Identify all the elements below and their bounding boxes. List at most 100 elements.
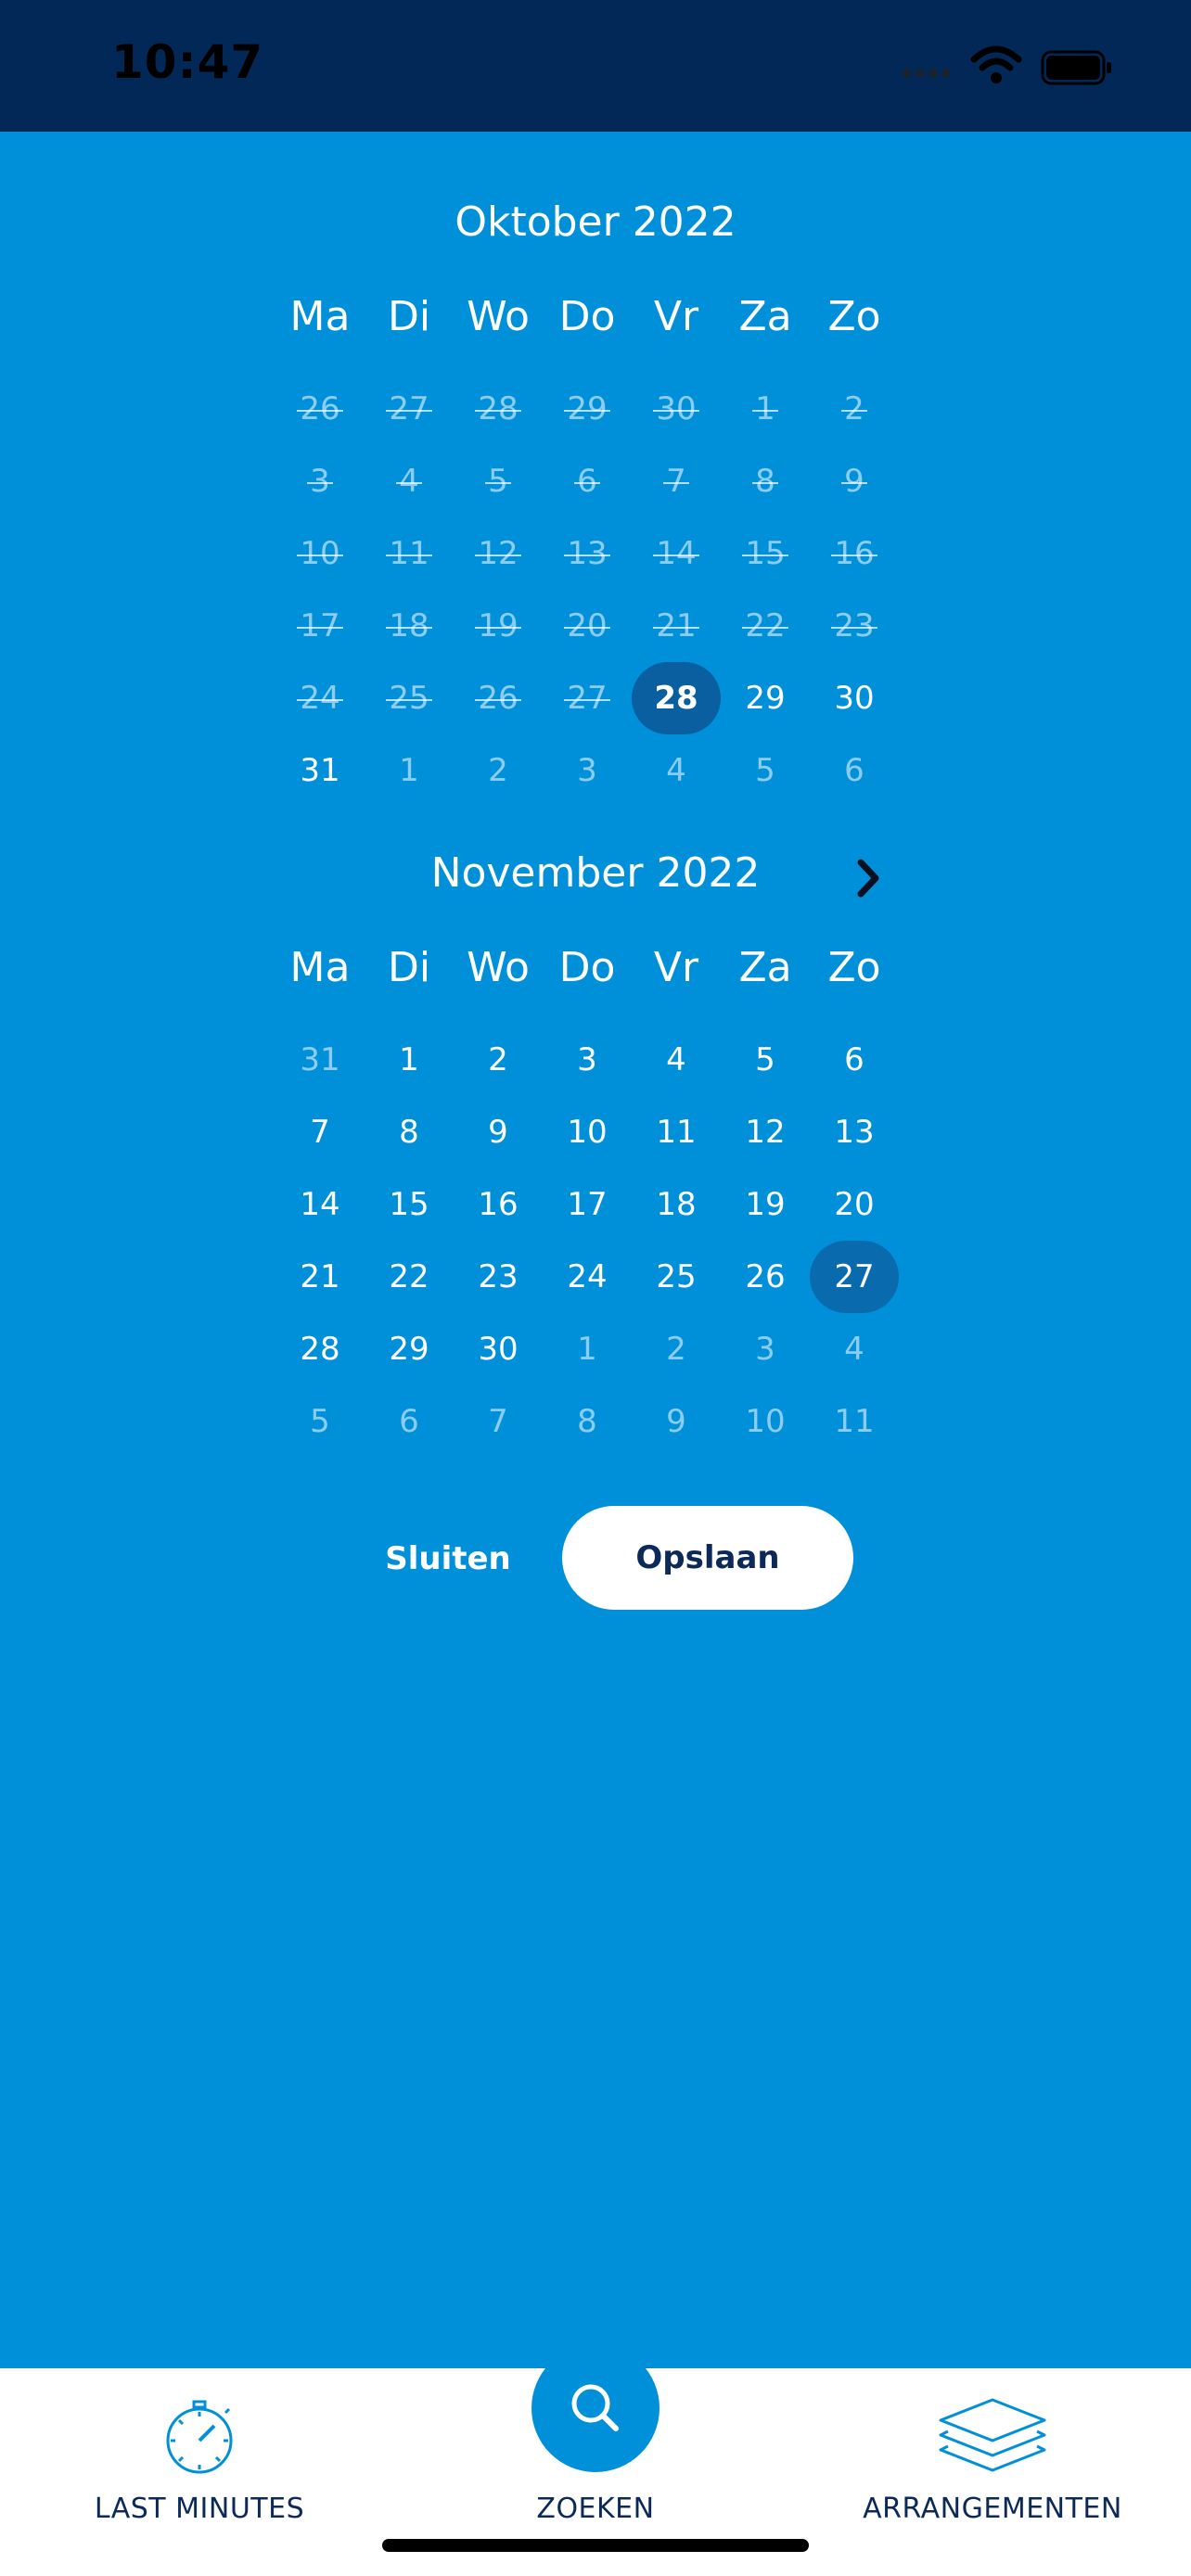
day-cell[interactable]: 21 [275,1241,365,1313]
day-cell[interactable]: 6 [810,1024,899,1096]
day-cell: 2 [810,373,899,445]
day-number: 23 [478,1258,519,1295]
day-number: 28 [632,662,721,734]
day-cell[interactable]: 12 [721,1096,810,1168]
day-number: 1 [577,1331,597,1368]
day-cell[interactable]: 26 [721,1241,810,1313]
chevron-right-icon[interactable] [850,855,887,901]
day-cell[interactable]: 1 [543,1313,632,1385]
day-number: 1 [752,390,778,427]
day-number: 30 [653,390,699,427]
day-cell[interactable]: 10 [721,1385,810,1458]
day-cell[interactable]: 10 [543,1096,632,1168]
day-cell[interactable]: 22 [365,1241,454,1313]
day-number: 13 [834,1114,875,1151]
day-cell[interactable]: 11 [810,1385,899,1458]
week-row: 5 6 7 8 9 10 11 [275,1385,899,1458]
day-cell[interactable]: 7 [275,1096,365,1168]
day-number: 12 [475,535,521,572]
save-button[interactable]: Opslaan [562,1506,853,1610]
day-cell: 6 [543,445,632,517]
close-button[interactable]: Sluiten [352,1508,544,1610]
tab-arrangements[interactable]: ARRANGEMENTEN [835,2368,1150,2576]
day-cell[interactable]: 3 [543,1024,632,1096]
day-cell[interactable]: 7 [454,1385,543,1458]
day-cell[interactable]: 20 [810,1168,899,1241]
day-cell[interactable]: 9 [454,1096,543,1168]
day-cell[interactable]: 23 [454,1241,543,1313]
day-cell[interactable]: 4 [632,1024,721,1096]
day-cell[interactable]: 13 [810,1096,899,1168]
day-cell[interactable]: 16 [454,1168,543,1241]
weekday-label: Wo [467,293,530,340]
day-cell[interactable]: 9 [632,1385,721,1458]
weekday-label: Ma [289,944,351,991]
week-row: 17 18 19 20 21 22 23 [275,590,899,662]
tab-arrangements-label: ARRANGEMENTEN [863,2493,1122,2525]
day-cell: 13 [543,517,632,590]
day-cell[interactable]: 29 [365,1313,454,1385]
day-cell[interactable]: 31 [275,1024,365,1096]
week-row: 3 4 5 6 7 8 9 [275,445,899,517]
day-cell[interactable]: 2 [454,734,543,807]
weekday-label: Zo [827,944,881,991]
day-number: 31 [300,1041,340,1078]
day-cell[interactable]: 14 [275,1168,365,1241]
day-cell[interactable]: 1 [365,734,454,807]
day-cell[interactable]: 15 [365,1168,454,1241]
day-number: 8 [577,1403,597,1440]
day-cell[interactable]: 5 [275,1385,365,1458]
day-cell[interactable]: 6 [810,734,899,807]
day-cell[interactable]: 30 [454,1313,543,1385]
day-cell[interactable]: 31 [275,734,365,807]
day-cell[interactable]: 25 [632,1241,721,1313]
week-row: 7 8 9 10 11 12 13 [275,1096,899,1168]
day-cell[interactable]: 5 [721,1024,810,1096]
day-cell[interactable]: 1 [365,1024,454,1096]
day-number: 25 [386,680,432,717]
day-number: 29 [564,390,610,427]
day-cell[interactable]: 28 [275,1313,365,1385]
day-cell[interactable]: 24 [543,1241,632,1313]
day-cell: 10 [275,517,365,590]
day-cell[interactable]: 4 [810,1313,899,1385]
day-cell[interactable]: 18 [632,1168,721,1241]
day-cell[interactable]: 2 [632,1313,721,1385]
day-cell[interactable]: 8 [543,1385,632,1458]
weekday-label: Do [558,293,616,340]
day-cell: 24 [275,662,365,734]
stopwatch-icon [166,2400,233,2474]
day-cell[interactable]: 11 [632,1096,721,1168]
day-cell: 14 [632,517,721,590]
calendar-grid-october: Ma Di Wo Do Vr Za Zo 26 27 28 29 30 1 2 3 4 5 6 7 8 9 10 11 12 1… [275,289,899,807]
day-cell[interactable]: 6 [365,1385,454,1458]
day-number: 10 [745,1403,786,1440]
day-cell[interactable]: 3 [721,1313,810,1385]
day-number: 12 [745,1114,786,1151]
day-number: 4 [666,1041,686,1078]
day-cell[interactable]: 19 [721,1168,810,1241]
day-number: 7 [488,1403,508,1440]
day-cell: 12 [454,517,543,590]
day-cell[interactable]: 8 [365,1096,454,1168]
signal-icon [903,69,951,78]
day-cell-range-end[interactable]: 27 [810,1241,899,1313]
search-button[interactable] [531,2344,660,2472]
day-cell: 1 [721,373,810,445]
day-cell[interactable]: 17 [543,1168,632,1241]
battery-icon [1041,50,1111,85]
day-cell[interactable]: 5 [721,734,810,807]
day-cell-selected[interactable]: 28 [632,662,721,734]
tab-last-minutes[interactable]: LAST MINUTES [65,2368,334,2576]
day-cell[interactable]: 2 [454,1024,543,1096]
day-number: 14 [653,535,699,572]
day-number: 23 [831,607,877,644]
status-time: 10:47 [111,35,264,89]
home-indicator [382,2539,809,2552]
day-cell[interactable]: 3 [543,734,632,807]
day-number: 15 [742,535,788,572]
day-cell[interactable]: 29 [721,662,810,734]
day-number: 3 [577,752,597,789]
day-cell[interactable]: 30 [810,662,899,734]
day-cell[interactable]: 4 [632,734,721,807]
